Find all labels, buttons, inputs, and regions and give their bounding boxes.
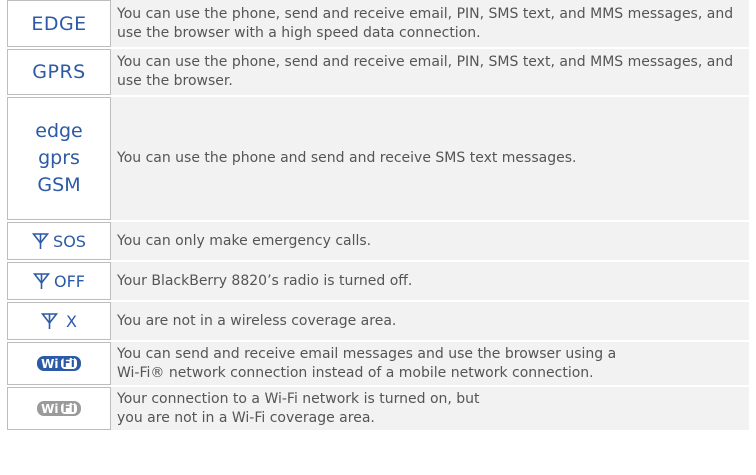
description-cell: You can use the phone, send and receive … <box>112 49 749 95</box>
wifi-badge-fi: Fi <box>60 401 77 415</box>
description-cell: You can only make emergency calls. <box>112 222 749 260</box>
icon-cell: EDGE <box>7 0 111 47</box>
wifi-on-icon: Wi Fi <box>37 356 81 371</box>
table-row-sos: SOS You can only make emergency calls. <box>7 222 749 260</box>
wifi-badge-wi: Wi <box>41 356 59 371</box>
wifi-badge-wi: Wi <box>41 401 59 416</box>
description-cell: You can use the phone, send and receive … <box>112 0 749 47</box>
sos-indicator: SOS <box>32 232 86 251</box>
description-cell: You can use the phone and send and recei… <box>112 97 749 220</box>
table-row-off: OFF Your BlackBerry 8820’s radio is turn… <box>7 262 749 300</box>
icon-cell: edge gprs GSM <box>7 97 111 220</box>
icon-cell: Wi Fi <box>7 387 111 430</box>
wifi-badge-fi: Fi <box>60 356 77 370</box>
gsm-label: GSM <box>37 174 81 196</box>
wifi-off-icon: Wi Fi <box>37 401 81 416</box>
description-cell: You are not in a wireless coverage area. <box>112 302 749 340</box>
table-row-gprs: GPRS You can use the phone, send and rec… <box>7 49 749 95</box>
table-row-no-coverage: X You are not in a wireless coverage are… <box>7 302 749 340</box>
table-row-edge: EDGE You can use the phone, send and rec… <box>7 0 749 47</box>
icon-cell: Wi Fi <box>7 342 111 385</box>
radio-off-indicator: OFF <box>33 272 85 291</box>
signal-antenna-icon <box>33 273 50 289</box>
network-status-table: EDGE You can use the phone, send and rec… <box>0 0 756 475</box>
icon-cell: GPRS <box>7 49 111 95</box>
description-cell: You can send and receive email messages … <box>112 342 749 385</box>
signal-antenna-icon <box>41 313 59 329</box>
icon-cell: SOS <box>7 222 111 260</box>
no-coverage-indicator: X <box>41 312 77 331</box>
table-row-gsm: edge gprs GSM You can use the phone and … <box>7 97 749 220</box>
description-cell: Your BlackBerry 8820’s radio is turned o… <box>112 262 749 300</box>
table-row-wifi-off: Wi Fi Your connection to a Wi-Fi network… <box>7 387 749 430</box>
icon-cell: OFF <box>7 262 111 300</box>
sos-label: SOS <box>53 231 86 251</box>
gprs-lowercase-label: gprs <box>38 147 80 169</box>
signal-antenna-icon <box>32 233 50 249</box>
description-cell: Your connection to a Wi-Fi network is tu… <box>112 387 749 430</box>
icon-cell: X <box>7 302 111 340</box>
x-label: X <box>66 311 77 331</box>
gprs-indicator-icon: GPRS <box>32 61 86 83</box>
edge-indicator-icon: EDGE <box>31 12 87 35</box>
edge-lowercase-label: edge <box>35 120 83 142</box>
table-row-wifi-on: Wi Fi You can send and receive email mes… <box>7 342 749 385</box>
lowercase-network-indicators-icon: edge gprs GSM <box>35 118 83 199</box>
off-label: OFF <box>54 271 85 291</box>
